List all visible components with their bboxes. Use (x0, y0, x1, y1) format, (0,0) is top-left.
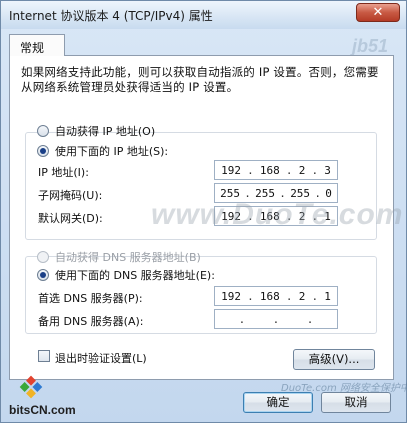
radio-auto-ip-label: 自动获得 IP 地址(O) (55, 125, 156, 138)
subnet-mask-field[interactable]: 255. 255. 255. 0 (214, 183, 338, 203)
radio-manual-dns[interactable]: 使用下面的 DNS 服务器地址(E): (37, 267, 215, 283)
close-button[interactable]: ✕ (356, 3, 400, 22)
preferred-dns-label: 首选 DNS 服务器(P): (38, 292, 143, 305)
default-gateway-field[interactable]: 192. 168. 2. 1 (214, 206, 338, 226)
ip-address-octet-3: 2 (298, 163, 306, 177)
validate-on-exit-label: 退出时验证设置(L) (55, 352, 147, 365)
default-gateway-label: 默认网关(D): (38, 212, 103, 225)
default-gateway-octet-3: 2 (298, 209, 306, 223)
description-text: 如果网络支持此功能，则可以获取自动指派的 IP 设置。否则，您需要从网络系统管理… (21, 65, 379, 94)
tab-general-label: 常规 (20, 41, 45, 55)
cancel-button-label: 取消 (344, 395, 368, 409)
radio-auto-dns-indicator[interactable] (37, 251, 49, 263)
radio-manual-ip-label: 使用下面的 IP 地址(S): (55, 145, 169, 158)
preferred-dns-octet-2: 168 (259, 289, 280, 303)
radio-manual-ip-indicator[interactable] (37, 145, 49, 157)
radio-manual-ip[interactable]: 使用下面的 IP 地址(S): (37, 143, 168, 159)
preferred-dns-octet-4: 1 (324, 289, 331, 303)
ip-address-field[interactable]: 192. 168. 2. 3 (214, 160, 338, 180)
close-icon: ✕ (372, 5, 384, 20)
radio-manual-dns-indicator[interactable] (37, 269, 49, 281)
corner-watermark: jb51 (351, 36, 388, 56)
ok-button-label: 确定 (266, 395, 290, 409)
preferred-dns-octet-3: 2 (298, 289, 306, 303)
default-gateway-octet-2: 168 (259, 209, 280, 223)
alternate-dns-label: 备用 DNS 服务器(A): (38, 315, 144, 328)
subnet-mask-label: 子网掩码(U): (38, 189, 103, 202)
radio-manual-dns-label: 使用下面的 DNS 服务器地址(E): (55, 269, 215, 282)
radio-auto-dns-label: 自动获得 DNS 服务器地址(B) (55, 251, 201, 264)
ip-address-label: IP 地址(I): (38, 166, 89, 179)
cancel-button[interactable]: 取消 (321, 392, 391, 413)
alternate-dns-field[interactable]: . . . (214, 309, 338, 329)
window-title: Internet 协议版本 4 (TCP/IPv4) 属性 (9, 9, 213, 23)
radio-auto-ip[interactable]: 自动获得 IP 地址(O) (37, 123, 155, 139)
ip-address-octet-1: 192 (221, 163, 241, 177)
ip-address-octet-4: 3 (324, 163, 331, 177)
dialog-window: Internet 协议版本 4 (TCP/IPv4) 属性 ✕ jb51 常规 … (0, 0, 407, 423)
bitscn-logo-text: bitsCN.com (9, 403, 76, 417)
default-gateway-octet-4: 1 (324, 209, 331, 223)
default-gateway-octet-1: 192 (221, 209, 241, 223)
radio-auto-dns[interactable]: 自动获得 DNS 服务器地址(B) (37, 249, 201, 265)
radio-auto-ip-indicator[interactable] (37, 125, 49, 137)
advanced-button-label: 高级(V)... (308, 352, 360, 366)
subnet-mask-octet-3: 255 (290, 186, 311, 200)
preferred-dns-octet-1: 192 (221, 289, 241, 303)
ok-button[interactable]: 确定 (243, 392, 313, 413)
subnet-mask-octet-1: 255 (220, 186, 240, 200)
tab-general[interactable]: 常规 (9, 34, 65, 56)
title-bar: Internet 协议版本 4 (TCP/IPv4) 属性 ✕ (1, 1, 406, 29)
subnet-mask-octet-2: 255 (255, 186, 276, 200)
ip-address-octet-2: 168 (259, 163, 280, 177)
validate-on-exit-checkbox[interactable] (38, 350, 50, 362)
advanced-button[interactable]: 高级(V)... (293, 349, 375, 370)
subnet-mask-octet-4: 0 (325, 186, 332, 200)
preferred-dns-field[interactable]: 192. 168. 2. 1 (214, 286, 338, 306)
